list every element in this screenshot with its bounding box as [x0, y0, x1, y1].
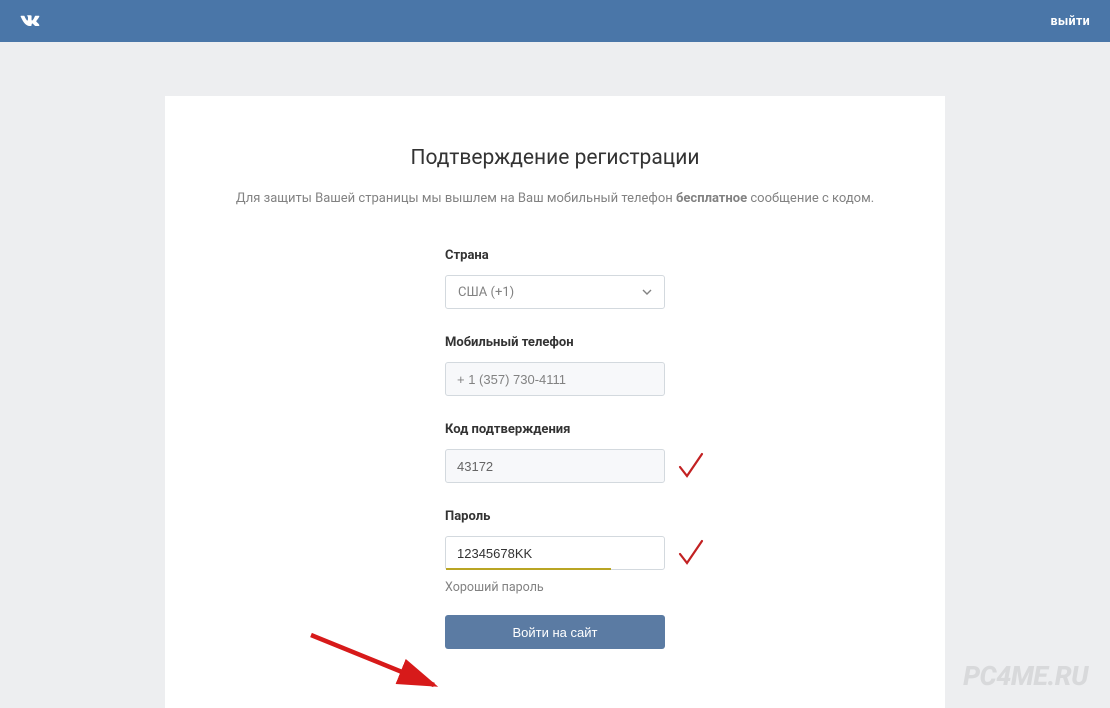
password-field: Пароль Хороший пароль [445, 509, 665, 595]
code-label: Код подтверждения [445, 422, 665, 437]
password-strength-bar [446, 568, 611, 570]
page-subtitle: Для защиты Вашей страницы мы вышлем на В… [205, 188, 905, 210]
logout-button[interactable]: выйти [1051, 14, 1090, 29]
country-select[interactable]: США (+1) [445, 275, 665, 309]
country-value: США (+1) [458, 285, 514, 300]
password-label: Пароль [445, 509, 665, 524]
country-field: Страна США (+1) [445, 248, 665, 309]
checkmark-icon [677, 538, 705, 568]
chevron-down-icon [642, 289, 652, 295]
app-header: выйти [0, 0, 1110, 42]
country-label: Страна [445, 248, 665, 263]
password-hint: Хороший пароль [445, 580, 665, 595]
phone-input[interactable] [445, 362, 665, 396]
registration-card: Подтверждение регистрации Для защиты Ваш… [165, 96, 945, 708]
vk-logo-icon [16, 7, 44, 35]
watermark: PC4ME.RU [963, 660, 1088, 692]
phone-field: Мобильный телефон [445, 335, 665, 396]
checkmark-icon [677, 451, 705, 481]
page-title: Подтверждение регистрации [205, 146, 905, 170]
password-input[interactable] [445, 536, 665, 570]
code-field: Код подтверждения [445, 422, 665, 483]
confirmation-form: Страна США (+1) Мобильный телефон Код по… [445, 248, 665, 649]
code-input[interactable] [445, 449, 665, 483]
submit-button[interactable]: Войти на сайт [445, 615, 665, 649]
phone-label: Мобильный телефон [445, 335, 665, 350]
